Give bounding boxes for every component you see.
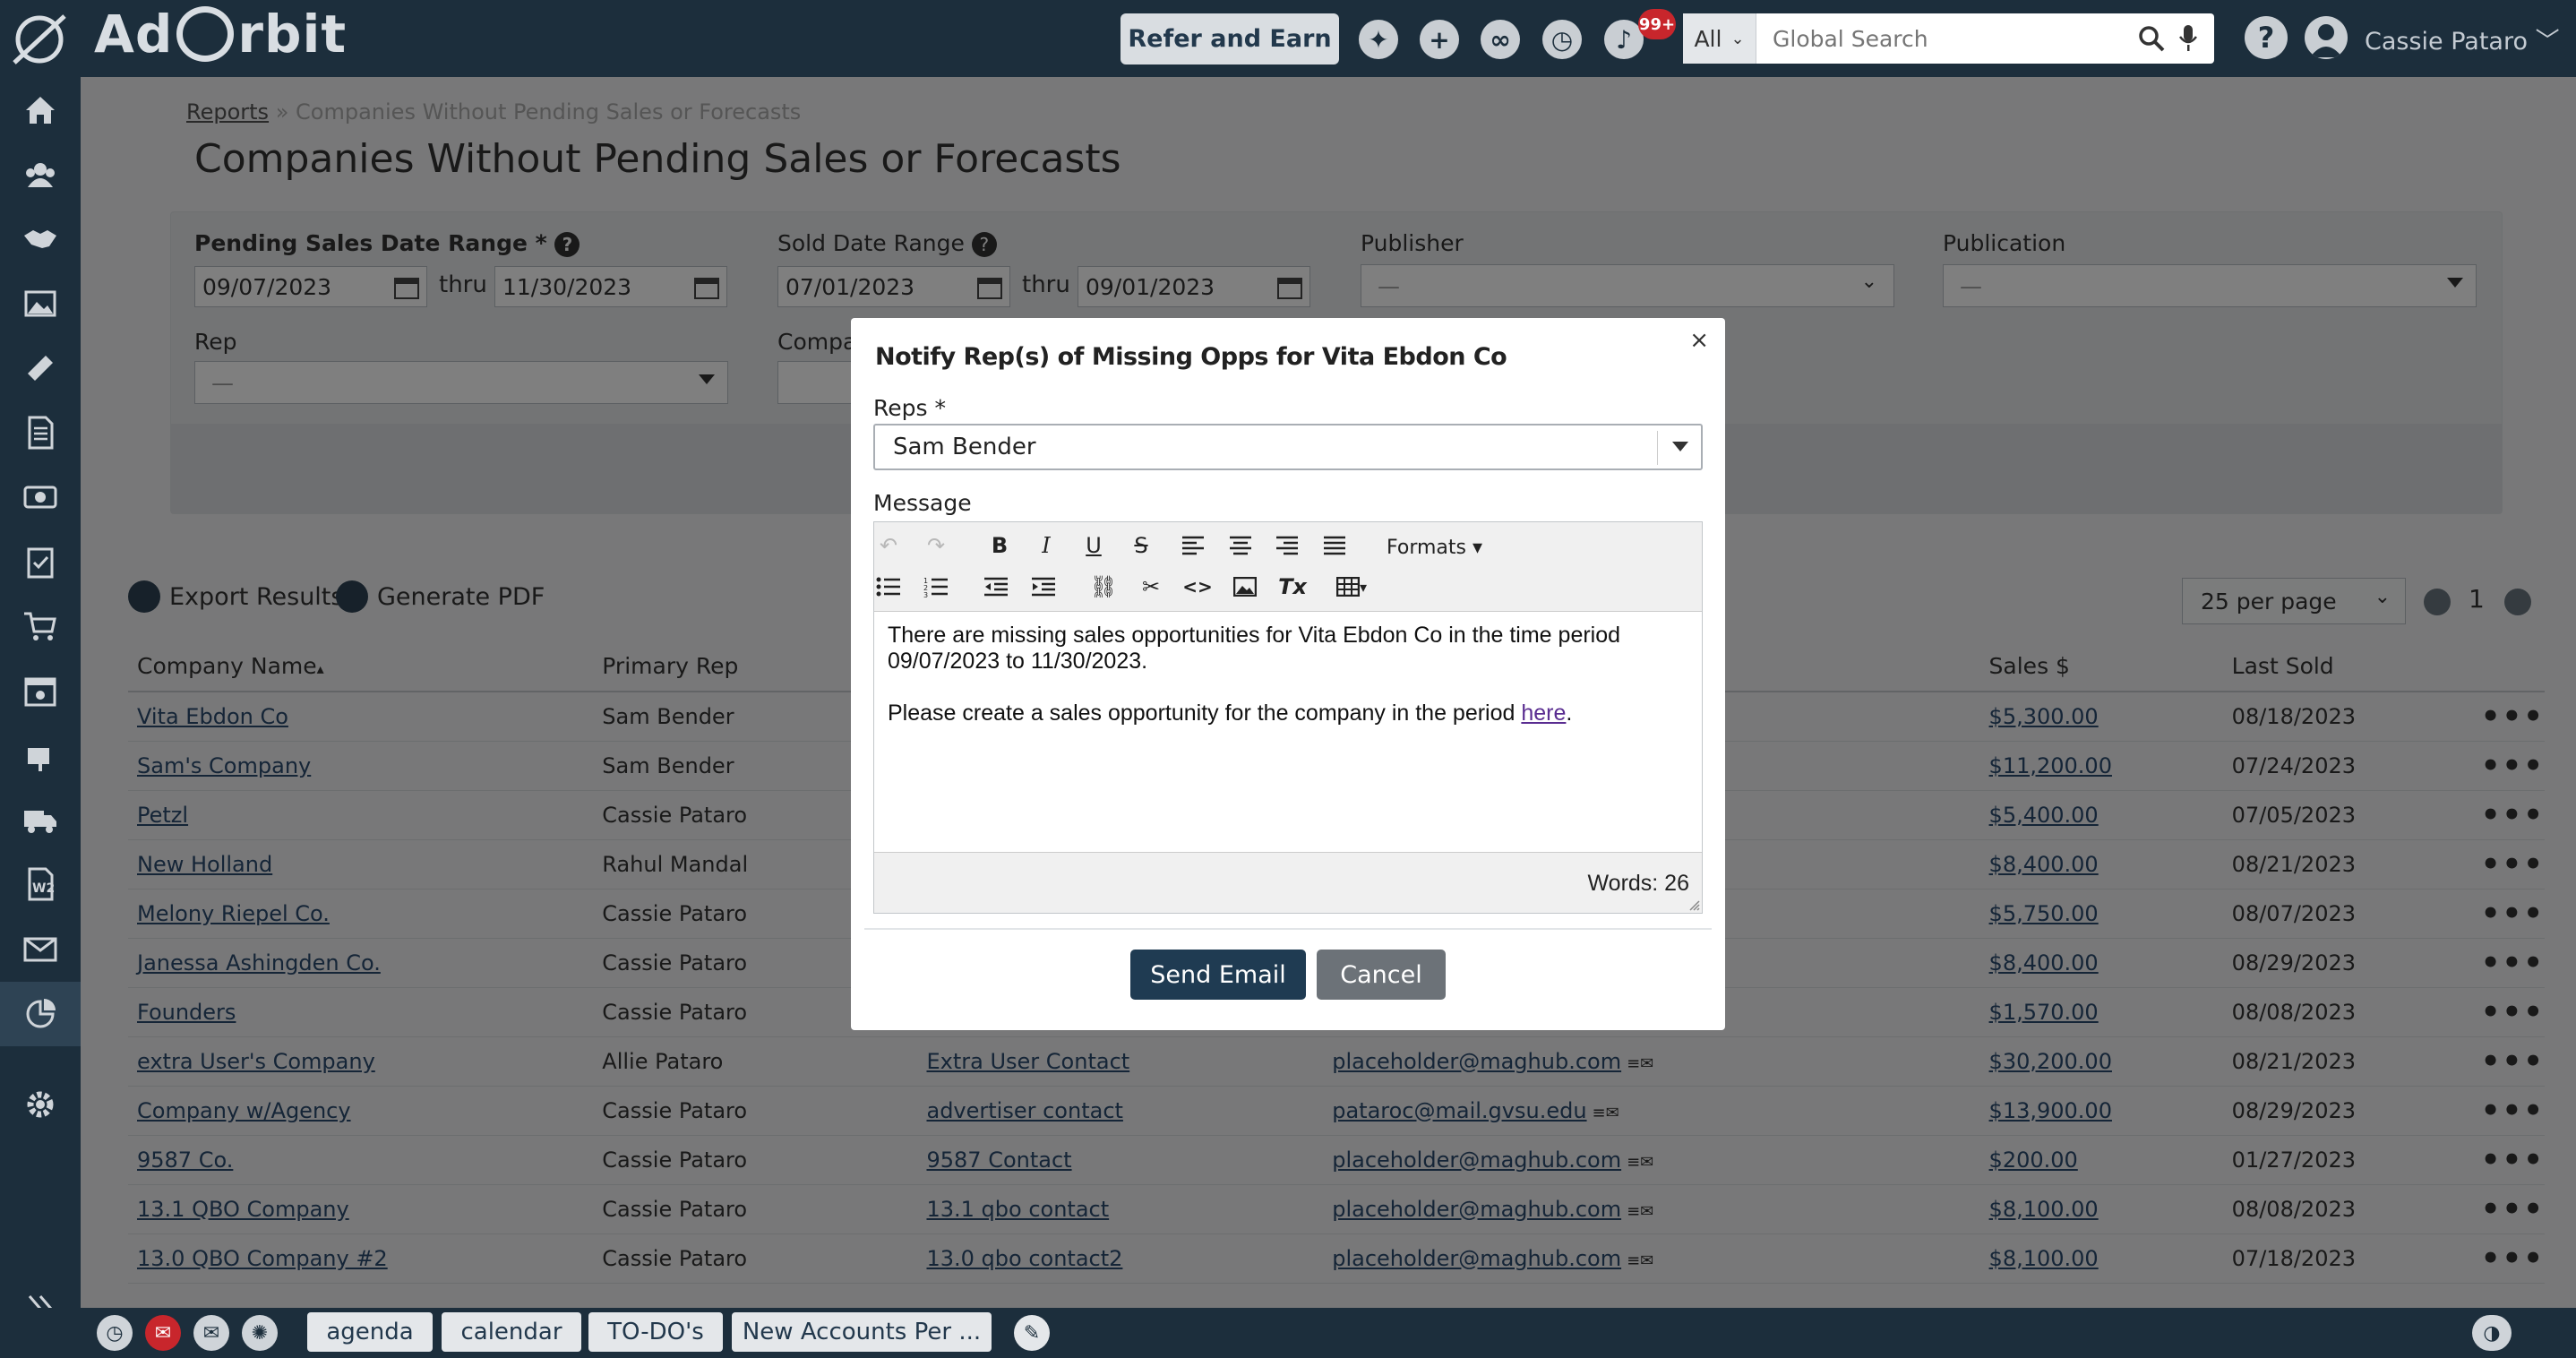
history-icon[interactable]: ◷ [1542,20,1582,59]
bold-icon[interactable]: B [985,531,1014,560]
search-scope-select[interactable]: All ⌄ [1683,13,1756,64]
mail-icon[interactable] [20,928,61,969]
message-paragraph-2: Please create a sales opportunity for th… [888,700,1573,726]
mailbox-icon[interactable] [20,735,61,776]
close-icon[interactable]: × [1689,327,1709,354]
cart-icon[interactable] [20,606,61,647]
home-icon[interactable] [20,90,61,131]
handshake-icon[interactable] [20,219,61,260]
calendar-star-icon[interactable] [20,670,61,711]
caret-down-icon: ▾ [1473,537,1483,559]
gear-icon[interactable] [20,1084,61,1125]
top-bar: Ad rbit Refer and Earn ✦ + ∞ ◷ ♪ 99+ All… [0,0,2576,77]
align-left-icon[interactable] [1179,531,1207,560]
modal-title: Notify Rep(s) of Missing Opps for Vita E… [875,343,1507,371]
message-body[interactable]: There are missing sales opportunities fo… [888,623,1685,752]
clock-icon[interactable]: ◷ [97,1315,133,1351]
orbit-logo-icon[interactable] [11,13,68,66]
contacts-icon[interactable] [20,154,61,195]
brand-orbit-icon [176,6,235,62]
notify-reps-modal: × Notify Rep(s) of Missing Opps for Vita… [851,318,1725,1030]
link-icon[interactable]: ⛓ [1089,572,1118,601]
ticket-icon[interactable] [20,348,61,389]
reports-icon[interactable] [0,982,81,1046]
microphone-icon[interactable] [2178,24,2198,53]
caret-down-icon [1672,442,1688,451]
global-search: All ⌄ [1683,13,2214,64]
insert-image-icon[interactable] [1231,572,1259,601]
link-icon[interactable]: ∞ [1481,20,1520,59]
sidebar: W2 [0,77,81,1322]
align-center-icon[interactable] [1226,531,1255,560]
resize-handle-icon[interactable] [1687,898,1700,911]
avatar[interactable] [2305,16,2348,59]
refer-and-earn-button[interactable]: Refer and Earn [1121,13,1339,64]
message-editor: ↶ ↷ B I U S Formats ▾ 123 ⛓ ✂ <> Tx ▾ Th… [873,521,1703,914]
mail-alert-icon[interactable]: ✉ [145,1315,181,1351]
outdent-icon[interactable] [982,572,1010,601]
chat-icon[interactable]: ✉ [193,1315,229,1351]
strikethrough-icon[interactable]: S [1127,531,1155,560]
chevron-down-icon: ⌄ [1730,29,1745,48]
message-paragraph-1: There are missing sales opportunities fo… [888,623,1621,674]
word-count: Words: 26 [1587,871,1689,896]
money-icon[interactable] [20,477,61,518]
help-icon[interactable]: ? [2245,16,2288,59]
reps-label: Reps * [873,395,946,421]
user-icon [2310,24,2342,57]
user-menu[interactable]: Cassie Pataro ﹀ [2365,21,2560,56]
chevron-down-icon: ﹀ [2535,28,2560,56]
globe-icon[interactable]: ✺ [242,1315,278,1351]
underline-icon[interactable]: U [1079,531,1108,560]
formats-dropdown[interactable]: Formats ▾ [1387,537,1482,559]
toggle-icon[interactable]: ◑ [2472,1315,2512,1351]
notification-badge: 99+ [1638,9,1676,39]
align-justify-icon[interactable] [1320,531,1349,560]
bottom-tab-calendar[interactable]: calendar [442,1312,581,1352]
brand-logo[interactable]: Ad rbit [94,4,347,64]
table-icon[interactable]: ▾ [1329,572,1374,601]
bottom-tab-new-accounts[interactable]: New Accounts Per ... [732,1312,992,1352]
italic-icon[interactable]: I [1032,531,1060,560]
clear-formatting-icon[interactable]: Tx [1278,572,1307,601]
modal-divider [864,928,1712,930]
clipboard-icon[interactable] [20,541,61,582]
editor-toolbar: ↶ ↷ B I U S Formats ▾ 123 ⛓ ✂ <> Tx ▾ [874,522,1702,612]
message-label: Message [873,490,972,516]
bottom-tab-todos[interactable]: TO-DO's [588,1312,723,1352]
undo-icon[interactable]: ↶ [874,531,903,560]
search-icon[interactable] [2138,25,2165,52]
bullet-list-icon[interactable] [874,572,903,601]
indent-icon[interactable] [1029,572,1058,601]
add-icon[interactable]: + [1420,20,1459,59]
w2-form-icon[interactable]: W2 [20,864,61,905]
redo-icon[interactable]: ↷ [922,531,950,560]
document-icon[interactable] [20,412,61,453]
unlink-icon[interactable]: ✂ [1137,572,1165,601]
svg-text:W2: W2 [32,881,55,896]
image-icon[interactable] [20,283,61,324]
numbered-list-icon[interactable]: 123 [922,572,950,601]
cancel-button[interactable]: Cancel [1317,950,1446,1000]
align-right-icon[interactable] [1273,531,1301,560]
pencil-icon[interactable]: ✎ [1014,1315,1050,1351]
bottom-tab-agenda[interactable]: agenda [307,1312,433,1352]
truck-icon[interactable] [20,799,61,840]
svg-text:3: 3 [923,591,928,597]
send-email-button[interactable]: Send Email [1130,950,1306,1000]
party-icon[interactable]: ✦ [1359,20,1398,59]
message-here-link[interactable]: here [1521,700,1566,726]
editor-status-bar: Words: 26 [874,852,1702,913]
code-icon[interactable]: <> [1182,572,1213,601]
reps-select[interactable]: Sam Bender [873,424,1703,470]
